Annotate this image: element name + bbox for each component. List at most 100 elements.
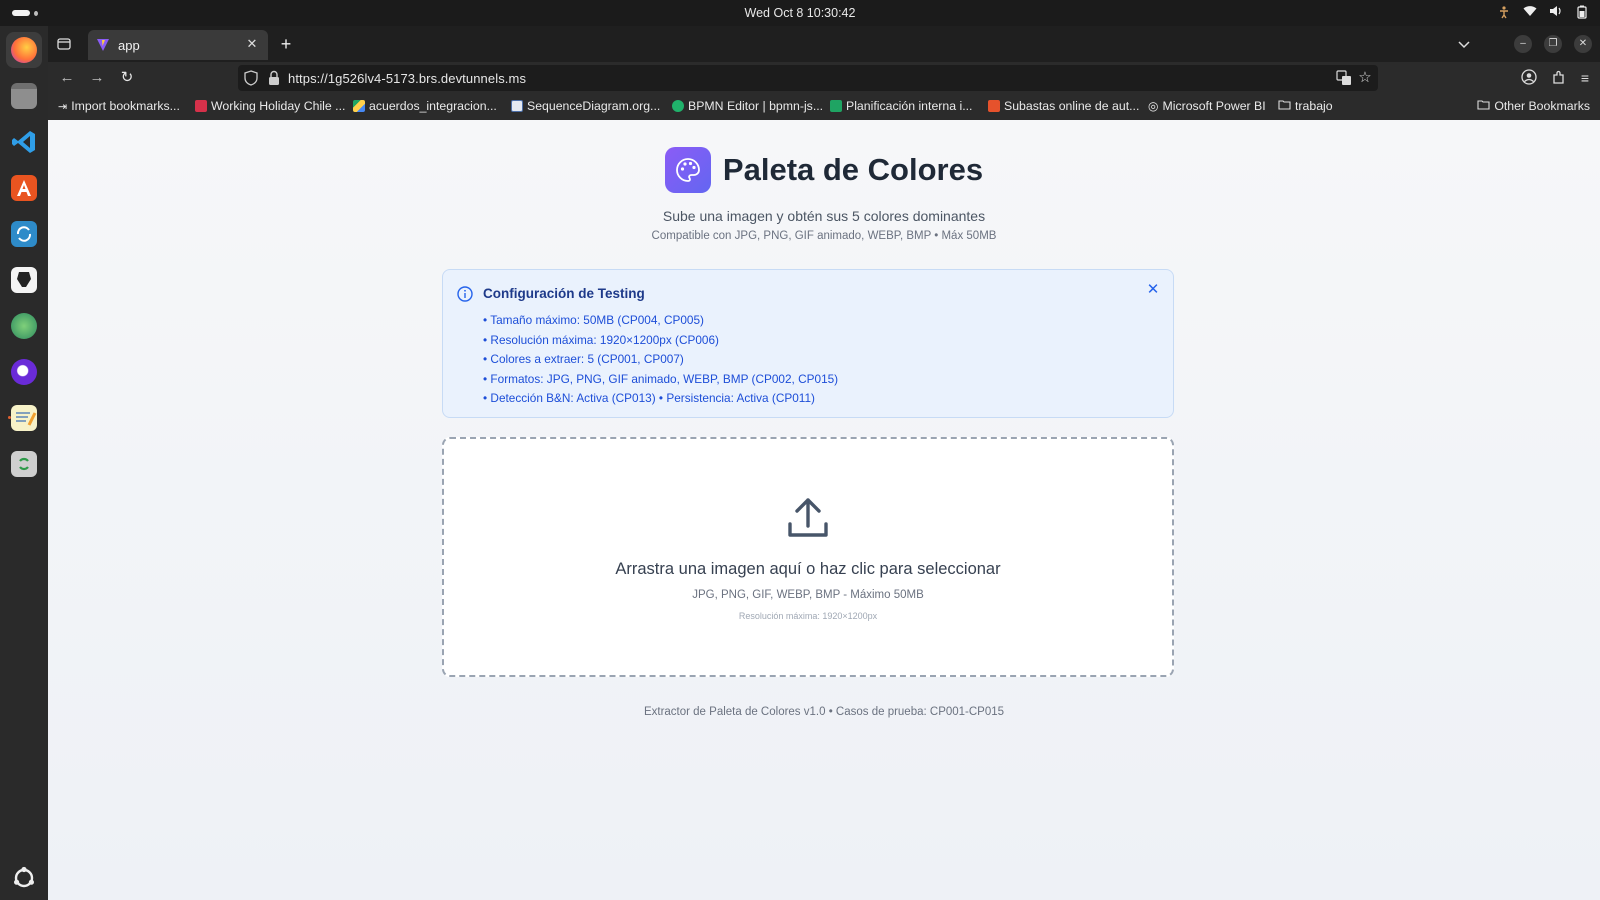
upload-icon	[784, 494, 832, 542]
app-center-icon	[11, 175, 37, 201]
tab-close-icon[interactable]: ✕	[244, 36, 260, 52]
firefox-icon	[11, 37, 37, 63]
list-all-tabs-icon[interactable]	[1456, 36, 1472, 52]
onion-browser-icon	[11, 359, 37, 385]
page-header: Paleta de Colores	[48, 146, 1600, 194]
config-item: Detección B&N: Activa (CP013) • Persiste…	[483, 389, 838, 409]
bookmark-label: acuerdos_integracion...	[369, 99, 497, 113]
address-bar[interactable]: https://1g526lv4-5173.brs.devtunnels.ms …	[238, 65, 1378, 91]
folder-icon	[1278, 99, 1291, 113]
firefox-launcher[interactable]	[6, 32, 42, 68]
close-panel-button[interactable]: ✕	[1145, 282, 1161, 298]
page-title: Paleta de Colores	[722, 152, 984, 187]
sequence-diagram-icon	[511, 100, 523, 112]
vite-favicon-icon	[96, 38, 110, 52]
bookmark-label: Planificación interna i...	[846, 99, 973, 113]
bookmark-folder-other[interactable]: Other Bookmarks	[1477, 99, 1590, 113]
navigation-toolbar: ← → ↻ https://1g526lv4-5173.brs.devtunne…	[48, 62, 1600, 94]
vscode-launcher[interactable]	[6, 124, 42, 160]
supported-formats-note: Compatible con JPG, PNG, GIF animado, WE…	[651, 230, 997, 242]
bookmark-label: Working Holiday Chile ...	[211, 99, 346, 113]
bookmark-sequencediagram[interactable]: SequenceDiagram.org...	[511, 99, 660, 113]
bookmark-label: SequenceDiagram.org...	[527, 99, 661, 113]
bookmark-acuerdos[interactable]: acuerdos_integracion...	[353, 99, 497, 113]
google-drive-icon	[353, 100, 365, 112]
url-text[interactable]: https://1g526lv4-5173.brs.devtunnels.ms	[288, 71, 526, 86]
new-tab-button[interactable]: +	[276, 34, 296, 54]
text-editor-launcher[interactable]	[6, 400, 42, 436]
config-item: Resolución máxima: 1920×1200px (CP006)	[483, 331, 838, 351]
updater-launcher[interactable]	[6, 216, 42, 252]
volume-icon[interactable]	[1548, 5, 1564, 21]
globe-icon	[11, 313, 37, 339]
bookmark-bpmn-editor[interactable]: BPMN Editor | bpmn-js...	[672, 99, 823, 113]
folder-icon	[1477, 99, 1490, 113]
page-subtitle: Sube una imagen y obtén sus 5 colores do…	[662, 208, 986, 224]
system-tray[interactable]	[1496, 5, 1590, 21]
system-clock[interactable]: Wed Oct 8 10:30:42	[0, 6, 1600, 20]
back-button[interactable]: ←	[58, 69, 76, 87]
inkscape-icon	[11, 267, 37, 293]
vscode-icon	[11, 129, 37, 155]
flag-icon	[195, 100, 207, 112]
translate-icon[interactable]	[1336, 70, 1352, 86]
lock-icon[interactable]	[268, 70, 280, 86]
wifi-icon[interactable]	[1522, 5, 1538, 21]
config-item: Colores a extraer: 5 (CP001, CP007)	[483, 350, 838, 370]
tab-strip: app ✕ + – ❐ ✕	[48, 26, 1600, 62]
ubuntu-logo-icon	[11, 865, 37, 891]
accessibility-icon[interactable]	[1496, 5, 1512, 21]
show-apps-button[interactable]	[6, 860, 42, 896]
tab-app[interactable]: app ✕	[88, 30, 268, 60]
battery-icon[interactable]	[1574, 5, 1590, 21]
software-updater-icon	[11, 221, 37, 247]
bookmark-label: Microsoft Power BI	[1162, 99, 1266, 113]
text-editor-icon	[11, 405, 37, 431]
files-icon	[11, 83, 37, 109]
sheets-icon	[830, 100, 842, 112]
bookmark-import[interactable]: ⇥ Import bookmarks...	[58, 99, 180, 113]
image-dropzone[interactable]: Arrastra una imagen aquí o haz clic para…	[442, 437, 1174, 677]
trash-launcher[interactable]	[6, 446, 42, 482]
bookmark-planificacion[interactable]: Planificación interna i...	[830, 99, 972, 113]
application-dock	[0, 26, 48, 900]
palette-logo-icon	[664, 147, 711, 193]
restore-button[interactable]: ❐	[1544, 35, 1562, 53]
firefox-view-icon[interactable]	[56, 36, 72, 52]
trash-icon	[11, 451, 37, 477]
globe-icon: ◎	[1148, 99, 1159, 113]
dropzone-title: Arrastra una imagen aquí o haz clic para…	[615, 560, 1001, 578]
app-center-launcher[interactable]	[6, 170, 42, 206]
network-launcher[interactable]	[6, 308, 42, 344]
minimize-button[interactable]: –	[1514, 35, 1532, 53]
config-item: Tamaño máximo: 50MB (CP004, CP005)	[483, 311, 838, 331]
testing-config-title: Configuración de Testing	[483, 286, 645, 301]
files-launcher[interactable]	[6, 78, 42, 114]
auction-site-icon	[988, 100, 1000, 112]
web-page: Paleta de Colores Sube una imagen y obté…	[48, 120, 1600, 900]
bookmark-subastas[interactable]: Subastas online de aut...	[988, 99, 1139, 113]
info-icon	[457, 286, 473, 302]
dropzone-resolution: Resolución máxima: 1920×1200px	[738, 611, 878, 621]
bookmark-star-icon[interactable]: ☆	[1356, 69, 1374, 87]
tor-launcher[interactable]	[6, 354, 42, 390]
bookmark-folder-trabajo[interactable]: trabajo	[1278, 99, 1333, 113]
tab-title: app	[118, 38, 140, 53]
dropzone-formats: JPG, PNG, GIF, WEBP, BMP - Máximo 50MB	[692, 589, 924, 601]
import-icon: ⇥	[58, 100, 68, 113]
page-footer: Extractor de Paleta de Colores v1.0 • Ca…	[643, 706, 1005, 718]
bpmn-icon	[672, 100, 684, 112]
close-window-button[interactable]: ✕	[1574, 35, 1592, 53]
account-icon[interactable]	[1520, 69, 1538, 87]
bookmark-power-bi[interactable]: ◎ Microsoft Power BI	[1148, 99, 1266, 113]
bookmark-label: Other Bookmarks	[1494, 99, 1590, 113]
bookmark-working-holiday[interactable]: Working Holiday Chile ...	[195, 99, 345, 113]
tracking-protection-icon[interactable]	[244, 70, 258, 86]
forward-button[interactable]: →	[88, 69, 106, 87]
reload-button[interactable]: ↻	[118, 69, 136, 87]
extensions-icon[interactable]	[1550, 69, 1568, 87]
running-indicator	[8, 416, 11, 419]
inkscape-launcher[interactable]	[6, 262, 42, 298]
menu-icon[interactable]: ≡	[1576, 69, 1594, 87]
bookmark-label: Subastas online de aut...	[1004, 99, 1140, 113]
